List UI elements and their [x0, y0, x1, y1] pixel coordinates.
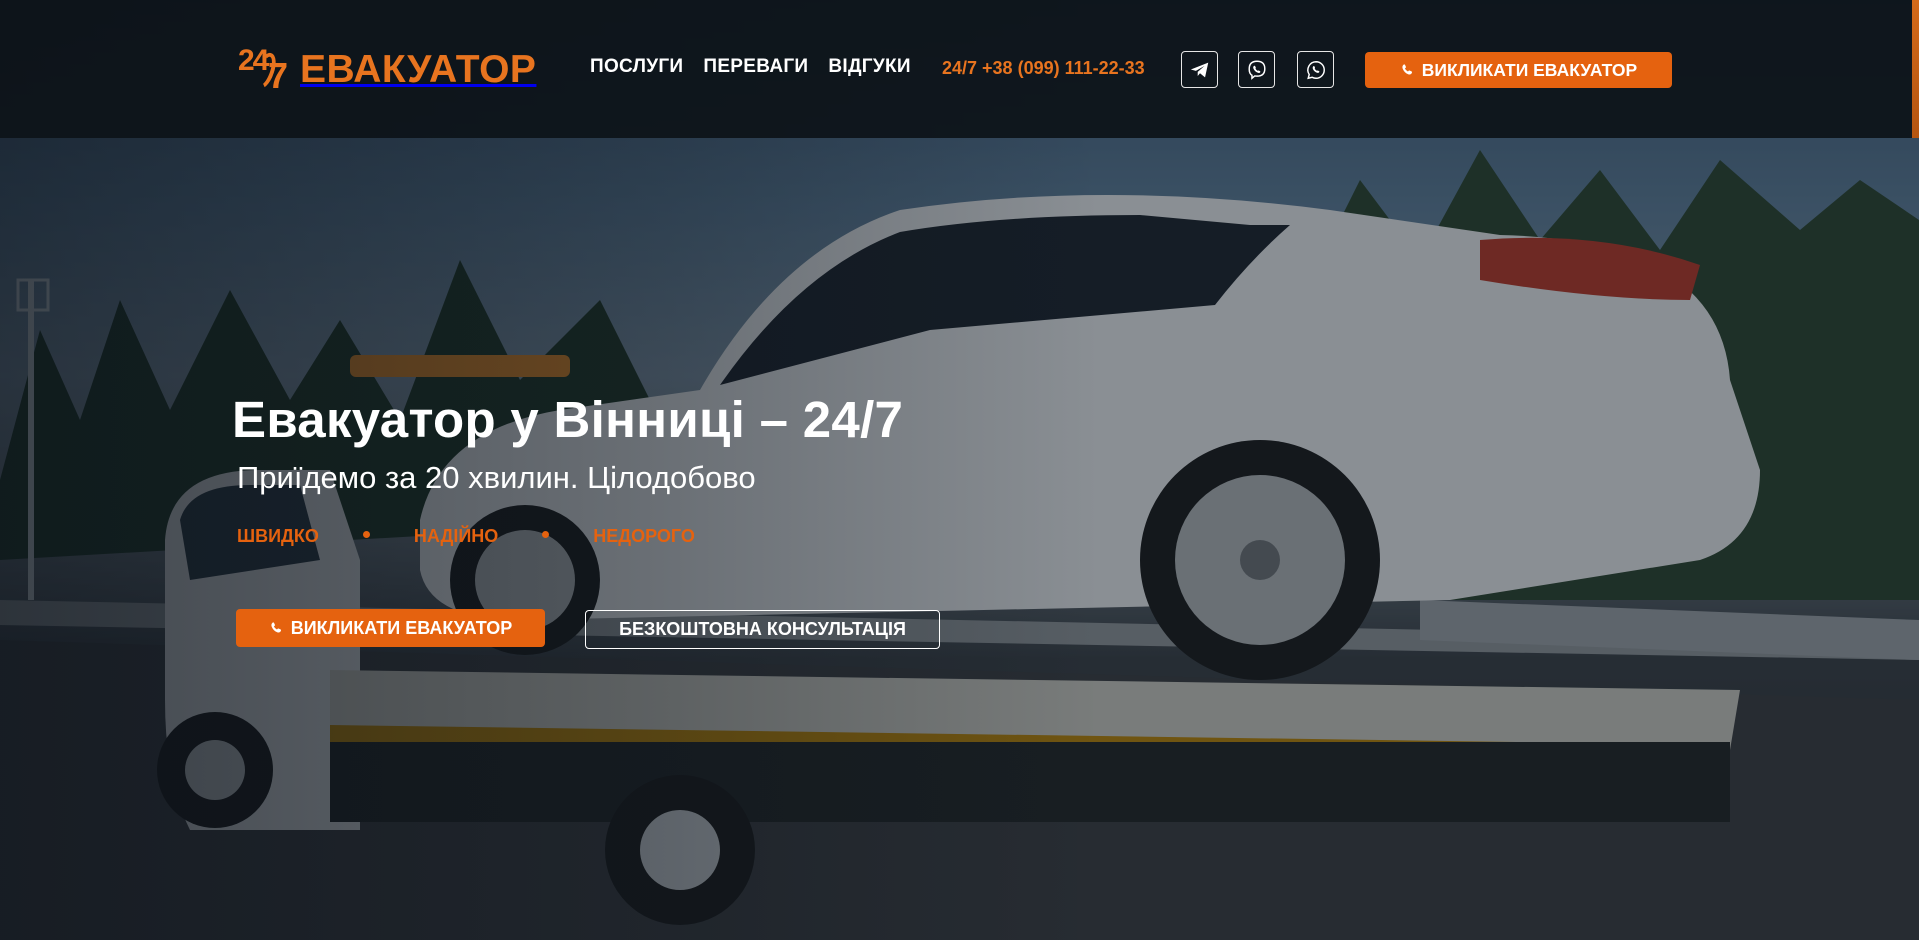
phone-icon [1402, 64, 1412, 75]
hero-features: ШВИДКО НАДІЙНО НЕДОРОГО [237, 526, 695, 547]
nav-item-services[interactable]: ПОСЛУГИ [590, 56, 683, 78]
main-nav: ПОСЛУГИ ПЕРЕВАГИ ВІДГУКИ [590, 56, 911, 78]
site-header: 24 7 ЕВАКУАТОР ПОСЛУГИ ПЕРЕВАГИ ВІДГУКИ … [0, 0, 1919, 138]
feature-reliable: НАДІЙНО [413, 526, 499, 546]
nav-item-advantages[interactable]: ПЕРЕВАГИ [703, 56, 808, 78]
feature-fast: ШВИДКО [237, 526, 319, 546]
logo-text: ЕВАКУАТОР [300, 48, 537, 91]
logo-mark-7: 7 [268, 55, 289, 96]
viber-icon [1247, 60, 1266, 80]
feature-separator-dot [542, 531, 550, 538]
logo[interactable]: 24 7 ЕВАКУАТОР [238, 46, 536, 94]
telegram-icon [1190, 62, 1208, 77]
whatsapp-icon [1306, 60, 1325, 79]
whatsapp-button[interactable] [1297, 51, 1334, 88]
header-call-tow-button[interactable]: ВИКЛИКАТИ ЕВАКУАТОР [1365, 52, 1672, 88]
phone-icon [271, 622, 281, 633]
hero-title: Евакуатор у Вінниці – 24/7 [232, 391, 904, 448]
telegram-button[interactable] [1181, 51, 1218, 88]
nav-item-reviews[interactable]: ВІДГУКИ [828, 56, 910, 78]
feature-separator-dot [362, 531, 370, 538]
feature-cheap: НЕДОРОГО [593, 526, 695, 546]
logo-mark: 24 7 [238, 46, 294, 94]
header-phone-link[interactable]: 24/7 +38 (099) 111-22-33 [942, 58, 1145, 79]
viber-button[interactable] [1238, 51, 1275, 88]
header-call-tow-label: ВИКЛИКАТИ ЕВАКУАТОР [1421, 59, 1638, 80]
header-right-strip [1912, 0, 1919, 138]
hero-call-tow-label: ВИКЛИКАТИ ЕВАКУАТОР [290, 617, 513, 638]
hero-subtitle: Приїдемо за 20 хвилин. Цілодобово [237, 460, 756, 495]
hero-call-tow-button[interactable]: ВИКЛИКАТИ ЕВАКУАТОР [236, 609, 545, 647]
free-consultation-button[interactable]: БЕЗКОШТОВНА КОНСУЛЬТАЦІЯ [585, 610, 940, 649]
